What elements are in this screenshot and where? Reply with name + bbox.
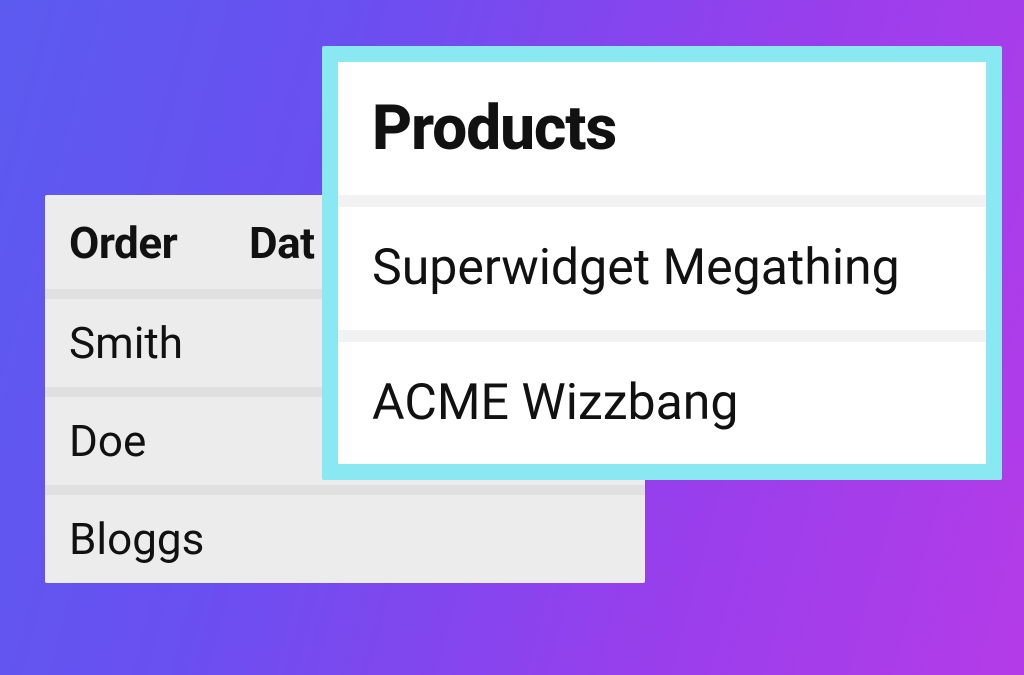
list-item[interactable]: ACME Wizzbang [338, 342, 986, 465]
product-name: ACME Wizzbang [372, 374, 738, 432]
orders-col-order: Order [69, 217, 249, 269]
products-card: Products Superwidget Megathing ACME Wizz… [322, 46, 1002, 480]
product-name: Superwidget Megathing [372, 239, 900, 297]
products-card-inner: Products Superwidget Megathing ACME Wizz… [338, 62, 986, 464]
list-item[interactable]: Superwidget Megathing [338, 207, 986, 342]
order-customer-name: Bloggs [69, 513, 204, 565]
order-customer-name: Smith [69, 317, 183, 369]
table-row[interactable]: Bloggs [45, 495, 645, 583]
order-customer-name: Doe [69, 415, 146, 467]
products-title: Products [338, 62, 986, 207]
